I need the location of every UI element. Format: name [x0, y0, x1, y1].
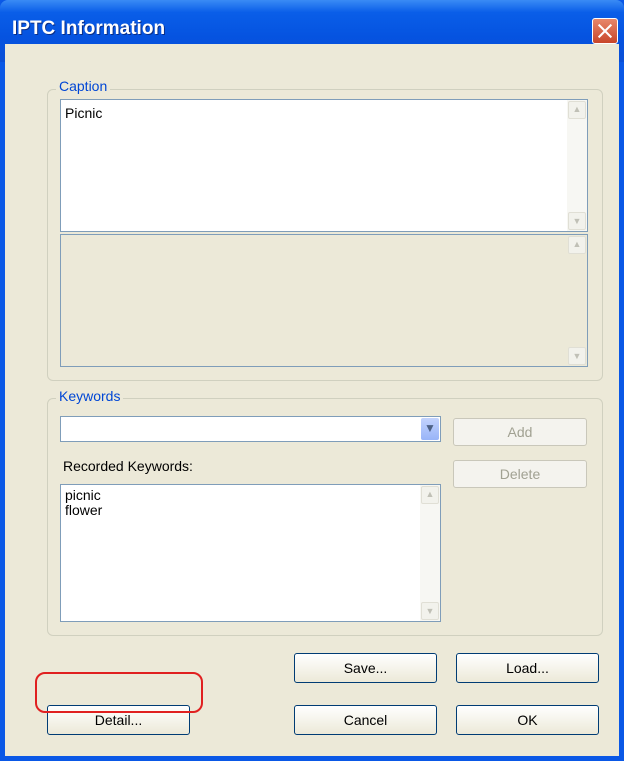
- chevron-down-icon: ▼: [572, 351, 582, 361]
- recorded-keywords-label: Recorded Keywords:: [63, 458, 193, 474]
- chevron-up-icon: ▲: [425, 489, 435, 499]
- ok-button[interactable]: OK: [456, 705, 599, 735]
- keyword-dropdown-button[interactable]: ▼: [421, 418, 439, 440]
- chevron-up-icon: ▲: [572, 239, 582, 249]
- keywords-scrollbar[interactable]: ▲ ▼: [420, 485, 440, 621]
- caption-text: Picnic: [65, 105, 103, 121]
- dialog-window: IPTC Information Caption Picnic ▲ ▼ ▲ ▼ …: [0, 0, 624, 761]
- secondary-scrollbar: ▲ ▼: [567, 235, 587, 366]
- close-icon[interactable]: [592, 18, 618, 44]
- keywords-legend: Keywords: [56, 388, 124, 404]
- add-keyword-button[interactable]: Add: [453, 418, 587, 446]
- load-button[interactable]: Load...: [456, 653, 599, 683]
- scroll-down-button: ▼: [568, 347, 586, 365]
- chevron-down-icon: ▼: [424, 421, 436, 435]
- keyword-input[interactable]: ▼: [60, 416, 441, 442]
- scroll-down-button[interactable]: ▼: [568, 212, 586, 230]
- scroll-up-button[interactable]: ▲: [421, 486, 439, 504]
- caption-legend: Caption: [56, 78, 111, 94]
- chevron-down-icon: ▼: [572, 216, 582, 226]
- list-item[interactable]: picnic: [65, 487, 101, 503]
- list-item[interactable]: flower: [65, 502, 102, 518]
- scroll-up-button: ▲: [568, 236, 586, 254]
- scroll-down-button[interactable]: ▼: [421, 602, 439, 620]
- cancel-button[interactable]: Cancel: [294, 705, 437, 735]
- dialog-body: Caption Picnic ▲ ▼ ▲ ▼ Keywords ▼ Add Re…: [5, 44, 619, 756]
- scroll-up-button[interactable]: ▲: [568, 101, 586, 119]
- window-title: IPTC Information: [12, 18, 166, 39]
- save-button[interactable]: Save...: [294, 653, 437, 683]
- delete-keyword-button[interactable]: Delete: [453, 460, 587, 488]
- caption-textarea[interactable]: Picnic ▲ ▼: [60, 99, 588, 232]
- caption-secondary-textarea: ▲ ▼: [60, 234, 588, 367]
- chevron-up-icon: ▲: [572, 104, 582, 114]
- chevron-down-icon: ▼: [425, 606, 435, 616]
- detail-button-highlight: [35, 672, 203, 713]
- recorded-keywords-list[interactable]: picnic flower ▲ ▼: [60, 484, 441, 622]
- caption-scrollbar[interactable]: ▲ ▼: [567, 100, 587, 231]
